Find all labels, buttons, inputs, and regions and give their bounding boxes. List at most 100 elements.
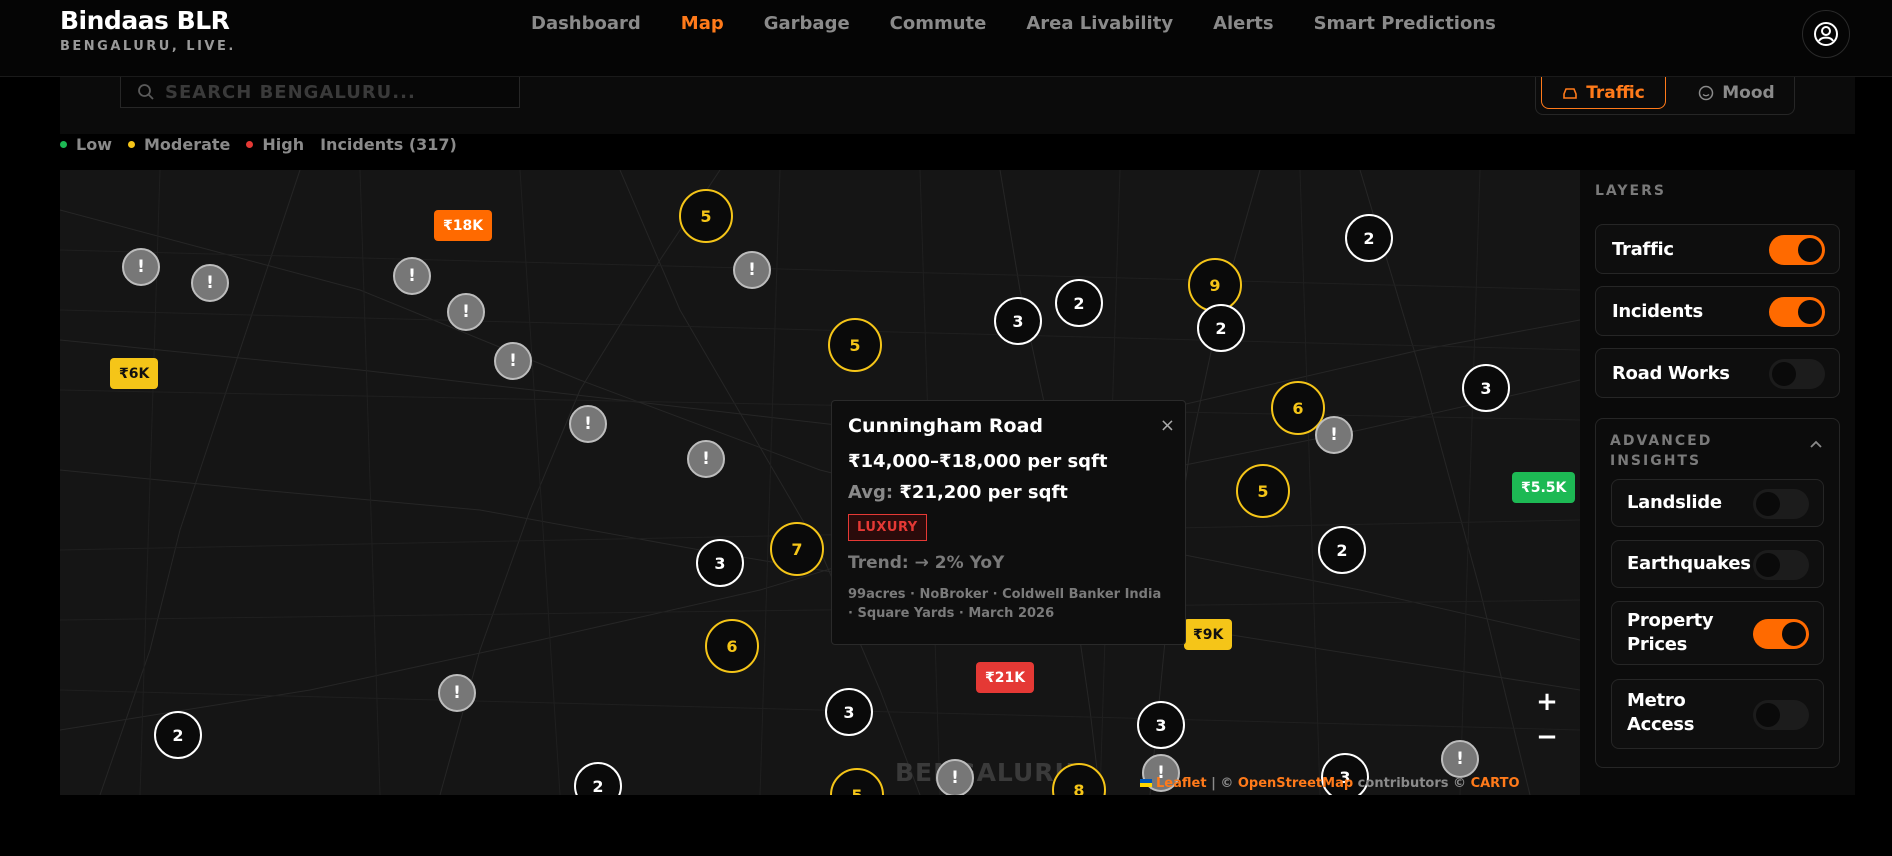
incident-cluster[interactable]: 3 bbox=[994, 297, 1042, 345]
cluster-count: 9 bbox=[1209, 275, 1221, 295]
earthquakes-toggle[interactable] bbox=[1753, 550, 1809, 580]
adv-row-landslide[interactable]: Landslide bbox=[1611, 479, 1824, 527]
popup-trend: Trend: → 2% YoY bbox=[848, 553, 1005, 573]
luxury-badge: LUXURY bbox=[848, 514, 927, 541]
adv-row-earthquakes[interactable]: Earthquakes bbox=[1611, 540, 1824, 588]
legend-high: High bbox=[246, 135, 304, 154]
incident-cluster[interactable]: 2 bbox=[1318, 526, 1366, 574]
incident-cluster[interactable]: 3 bbox=[825, 688, 873, 736]
alert-marker-icon[interactable]: ! bbox=[733, 251, 771, 289]
alert-marker-icon[interactable]: ! bbox=[1315, 416, 1353, 454]
toggle-knob bbox=[1756, 703, 1780, 727]
cluster-count: 3 bbox=[843, 702, 855, 722]
legend-moderate: Moderate bbox=[127, 135, 231, 154]
alert-marker-icon[interactable]: ! bbox=[687, 440, 725, 478]
price-marker[interactable]: ₹5.5K bbox=[1512, 472, 1576, 503]
layer-row-road-works[interactable]: Road Works bbox=[1595, 348, 1840, 398]
mood-mode-button[interactable]: Mood bbox=[1684, 77, 1789, 109]
attrib-contributors: contributors © bbox=[1353, 776, 1471, 791]
incident-cluster[interactable]: 2 bbox=[1345, 214, 1393, 262]
alert-marker-icon[interactable]: ! bbox=[1441, 740, 1479, 778]
zoom-out-button[interactable]: − bbox=[1533, 722, 1561, 752]
price-marker[interactable]: ₹6K bbox=[110, 358, 159, 389]
nav-map[interactable]: Map bbox=[681, 13, 724, 34]
price-marker[interactable]: ₹18K bbox=[434, 210, 493, 241]
adv-label: Property Prices bbox=[1627, 610, 1714, 655]
incident-cluster[interactable]: 2 bbox=[154, 711, 202, 759]
cluster-count: 5 bbox=[1257, 481, 1269, 501]
account-button[interactable] bbox=[1802, 10, 1850, 58]
nav-alerts[interactable]: Alerts bbox=[1213, 13, 1274, 34]
car-icon bbox=[1563, 87, 1577, 99]
high-dot-icon bbox=[246, 141, 254, 148]
brand[interactable]: Bindaas BLR BENGALURU, LIVE. bbox=[60, 6, 236, 54]
incident-cluster[interactable]: 3 bbox=[696, 539, 744, 587]
attrib-sep: | © bbox=[1206, 776, 1238, 791]
osm-link[interactable]: OpenStreetMap bbox=[1238, 776, 1353, 791]
property-prices-toggle[interactable] bbox=[1753, 619, 1809, 649]
adv-row-property-prices[interactable]: Property Prices bbox=[1611, 601, 1824, 665]
legend-moderate-label: Moderate bbox=[143, 135, 231, 154]
carto-link[interactable]: CARTO bbox=[1471, 776, 1520, 791]
alert-marker-icon[interactable]: ! bbox=[936, 759, 974, 795]
incident-cluster[interactable]: 2 bbox=[1197, 304, 1245, 352]
metro-access-toggle[interactable] bbox=[1753, 700, 1809, 730]
nav-commute[interactable]: Commute bbox=[890, 13, 987, 34]
popup-title: Cunningham Road bbox=[848, 415, 1044, 437]
legend-high-label: High bbox=[262, 135, 305, 154]
incident-cluster[interactable]: 6 bbox=[705, 619, 759, 673]
incident-cluster[interactable]: 2 bbox=[1055, 279, 1103, 327]
nav-garbage[interactable]: Garbage bbox=[764, 13, 850, 34]
main-nav: Dashboard Map Garbage Commute Area Livab… bbox=[531, 13, 1536, 34]
alert-marker-icon[interactable]: ! bbox=[438, 674, 476, 712]
incident-cluster[interactable]: 3 bbox=[1462, 364, 1510, 412]
nav-area-livability[interactable]: Area Livability bbox=[1026, 13, 1173, 34]
traffic-mode-button[interactable]: Traffic bbox=[1541, 77, 1666, 109]
layer-label: Road Works bbox=[1612, 363, 1730, 384]
alert-marker-icon[interactable]: ! bbox=[122, 248, 160, 286]
cluster-count: 2 bbox=[1363, 228, 1375, 248]
incident-cluster[interactable]: 5 bbox=[828, 318, 882, 372]
map-canvas[interactable]: BENGALURU 5 2 3 2 9 2 5 3 6 5 2 3 7 6 3 … bbox=[60, 170, 1580, 795]
price-marker[interactable]: ₹21K bbox=[976, 662, 1035, 693]
layer-row-traffic[interactable]: Traffic bbox=[1595, 224, 1840, 274]
incident-cluster[interactable]: 7 bbox=[770, 522, 824, 576]
alert-marker-icon[interactable]: ! bbox=[191, 264, 229, 302]
alert-marker-icon[interactable]: ! bbox=[494, 342, 532, 380]
map-attribution: Leaflet | © OpenStreetMap contributors ©… bbox=[1140, 776, 1520, 791]
zoom-in-button[interactable]: + bbox=[1533, 687, 1561, 717]
search-input[interactable]: SEARCH BENGALURU... bbox=[120, 77, 520, 108]
alert-marker-icon[interactable]: ! bbox=[447, 293, 485, 331]
traffic-toggle[interactable] bbox=[1769, 235, 1825, 265]
toggle-knob bbox=[1798, 238, 1822, 262]
incident-cluster[interactable]: 3 bbox=[1137, 701, 1185, 749]
road-works-toggle[interactable] bbox=[1769, 359, 1825, 389]
alert-marker-icon[interactable]: ! bbox=[393, 257, 431, 295]
incident-cluster[interactable]: 5 bbox=[679, 189, 733, 243]
nav-smart-predictions[interactable]: Smart Predictions bbox=[1314, 13, 1496, 34]
mood-mode-label: Mood bbox=[1722, 83, 1775, 103]
cluster-count: 2 bbox=[592, 776, 604, 796]
nav-dashboard[interactable]: Dashboard bbox=[531, 13, 641, 34]
toggle-knob bbox=[1756, 492, 1780, 516]
cluster-count: 5 bbox=[849, 335, 861, 355]
leaflet-link[interactable]: Leaflet bbox=[1156, 776, 1207, 791]
app-title: Bindaas BLR bbox=[60, 6, 230, 35]
alert-marker-icon[interactable]: ! bbox=[569, 405, 607, 443]
incidents-toggle[interactable] bbox=[1769, 297, 1825, 327]
low-dot-icon bbox=[60, 141, 67, 148]
close-icon[interactable]: × bbox=[1160, 415, 1175, 436]
advanced-insights-heading[interactable]: ADVANCED INSIGHTS bbox=[1610, 431, 1770, 471]
price-marker[interactable]: ₹9K bbox=[1184, 619, 1233, 650]
smiley-icon bbox=[1699, 85, 1714, 101]
cluster-count: 2 bbox=[1073, 293, 1085, 313]
layer-row-incidents[interactable]: Incidents bbox=[1595, 286, 1840, 336]
landslide-toggle[interactable] bbox=[1753, 489, 1809, 519]
chevron-up-icon[interactable] bbox=[1809, 439, 1823, 449]
cluster-count: 6 bbox=[1292, 398, 1304, 418]
incident-cluster[interactable]: 5 bbox=[1236, 464, 1290, 518]
adv-row-metro-access[interactable]: Metro Access bbox=[1611, 679, 1824, 749]
search-placeholder: SEARCH BENGALURU... bbox=[165, 81, 416, 103]
toggle-knob bbox=[1782, 622, 1806, 646]
legend-low-label: Low bbox=[76, 135, 112, 154]
